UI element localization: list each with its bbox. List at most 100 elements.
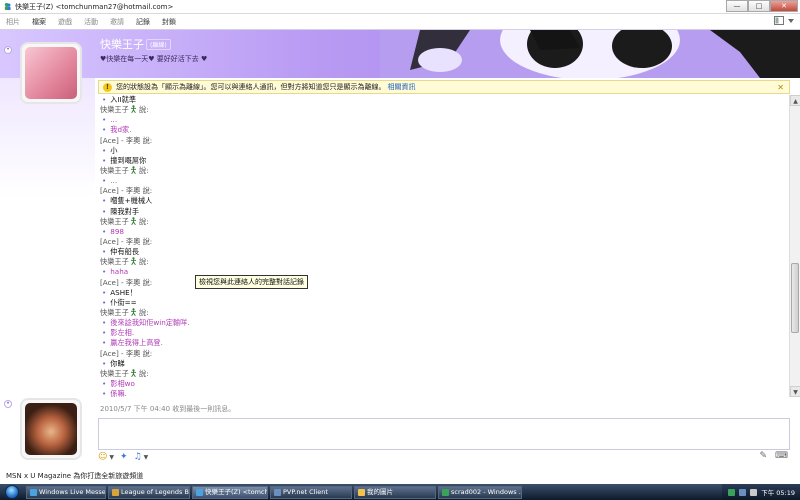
message-input[interactable] bbox=[98, 418, 790, 450]
conversation-scrollbar[interactable]: ▲ ▼ bbox=[789, 95, 800, 397]
scroll-down-icon[interactable]: ▼ bbox=[790, 386, 800, 397]
menu-file[interactable]: 檔案 bbox=[26, 14, 52, 30]
sender-suffix: 說: bbox=[136, 216, 149, 226]
collapse-toggle[interactable]: • bbox=[4, 400, 12, 408]
bullet-icon: • bbox=[102, 338, 107, 348]
bullet-icon: • bbox=[102, 358, 107, 368]
start-button[interactable] bbox=[0, 484, 24, 500]
taskbar-item[interactable]: Windows Live Messe... bbox=[26, 485, 106, 499]
message-text: 贏左我得上高登. bbox=[110, 338, 163, 348]
message-text: 陳我對手 bbox=[110, 206, 140, 216]
layout-icon[interactable] bbox=[774, 16, 784, 25]
menu-bar: 相片 檔案 遊戲 活動 邀請 記錄 封鎖 bbox=[0, 14, 800, 30]
contact-avatar[interactable] bbox=[20, 42, 82, 104]
stick-figure-emoticon-icon bbox=[130, 105, 136, 114]
tray-network-icon[interactable] bbox=[739, 488, 747, 496]
tray-volume-icon[interactable] bbox=[750, 488, 758, 496]
message-sender: 快樂王子 說: bbox=[98, 369, 788, 379]
status-infobar: ! 您的狀態設為「顯示為離線」。您可以與連絡人通訊，但對方將知道您只是顯示為離線… bbox=[98, 80, 790, 94]
infobar-link[interactable]: 相關資訊 bbox=[388, 82, 416, 92]
expand-toggle[interactable]: • bbox=[4, 46, 12, 54]
menu-history[interactable]: 記錄 bbox=[130, 14, 156, 30]
message-sender: [Ace] - 李奧 說: bbox=[98, 349, 788, 359]
stick-figure-emoticon-icon bbox=[130, 257, 136, 266]
ad-banner-text[interactable]: MSN x U Magazine 為你打造全新旅遊頻道 bbox=[6, 471, 143, 481]
bullet-icon: • bbox=[102, 247, 107, 257]
message-sender: 快樂王子 說: bbox=[98, 166, 788, 176]
bullet-icon: • bbox=[102, 176, 107, 186]
chevron-down-icon[interactable]: ▼ bbox=[144, 454, 149, 461]
menu-invite[interactable]: 邀請 bbox=[104, 14, 130, 30]
message-sender: [Ace] - 李奧 說: bbox=[98, 136, 788, 146]
chevron-down-icon[interactable]: ▼ bbox=[109, 454, 114, 461]
sender-name: [Ace] - 李奧 bbox=[100, 135, 141, 145]
keyboard-icon[interactable]: ⌨ bbox=[775, 451, 788, 461]
chevron-down-icon[interactable] bbox=[788, 18, 794, 24]
close-icon[interactable]: ✕ bbox=[777, 83, 784, 92]
sender-suffix: 說: bbox=[136, 105, 149, 115]
message-text: 小 bbox=[110, 145, 118, 155]
taskbar-item-label: scrad002 - Windows ... bbox=[451, 487, 522, 496]
tray-messenger-icon[interactable] bbox=[728, 488, 736, 496]
winks-icon[interactable]: ✦ bbox=[120, 452, 128, 462]
nudge-icon[interactable]: ♫ bbox=[134, 452, 142, 462]
message-text: 嗰隻+機械人 bbox=[110, 196, 153, 206]
message-text: haha bbox=[110, 267, 129, 277]
menu-block[interactable]: 封鎖 bbox=[156, 14, 182, 30]
scroll-up-icon[interactable]: ▲ bbox=[790, 95, 800, 106]
sender-name: 快樂王子 bbox=[100, 368, 129, 378]
taskbar-item-label: Windows Live Messe... bbox=[39, 487, 106, 496]
menu-games[interactable]: 遊戲 bbox=[52, 14, 78, 30]
message-text: 撞到嘅屌你 bbox=[110, 155, 147, 165]
conversation-pane[interactable]: • 入II就準 快樂王子 說: •... • 我d家. [Ace] - 李奧 說: • 小 • 撞到… bbox=[98, 95, 788, 397]
message-line: • 898 bbox=[98, 227, 788, 237]
bullet-icon: • bbox=[102, 389, 107, 397]
sender-name: [Ace] - 李奧 bbox=[100, 348, 141, 358]
my-avatar[interactable] bbox=[20, 398, 82, 460]
maximize-button[interactable]: □ bbox=[748, 0, 770, 12]
last-message-notice: 2010/5/7 下午 04:40 收到最後一則訊息。 bbox=[100, 405, 236, 413]
infobar-text: 您的狀態設為「顯示為離線」。您可以與連絡人通訊，但對方將知道您只是顯示為離線。 bbox=[116, 83, 386, 91]
title-bar: 快樂王子(Z) <tomchunman27@hotmail.com> — □ ✕ bbox=[0, 0, 800, 14]
sender-suffix: 說: bbox=[136, 307, 149, 317]
taskbar-item[interactable]: League of Legends B... bbox=[108, 485, 190, 499]
message-text: 仲有船長 bbox=[110, 247, 140, 257]
minimize-button[interactable]: — bbox=[726, 0, 748, 12]
scroll-thumb[interactable] bbox=[791, 263, 799, 333]
message-sender: 快樂王子 說: bbox=[98, 308, 788, 318]
close-button[interactable]: ✕ bbox=[770, 0, 798, 12]
sender-name: 快樂王子 bbox=[100, 216, 129, 226]
menu-activities[interactable]: 活動 bbox=[78, 14, 104, 30]
clock[interactable]: 下午 05:19 bbox=[761, 487, 795, 497]
personal-message: ♥快樂在每一天♥ 要好好活下去 ♥ bbox=[100, 55, 208, 63]
sender-suffix: 說: bbox=[140, 277, 153, 287]
stick-figure-emoticon-icon bbox=[130, 166, 136, 174]
taskbar-item[interactable]: 我的圖片 bbox=[354, 485, 436, 499]
taskbar-item[interactable]: 快樂王子(Z) <tomch... bbox=[192, 485, 268, 499]
taskbar-app-icon bbox=[112, 488, 119, 496]
menu-photos[interactable]: 相片 bbox=[0, 14, 26, 30]
emoticon-icon[interactable]: ☺ bbox=[98, 452, 107, 462]
sender-name: 快樂王子 bbox=[100, 257, 129, 267]
message-line: • 小 bbox=[98, 146, 788, 156]
message-line: • 嗰隻+機械人 bbox=[98, 196, 788, 206]
bullet-icon: • bbox=[102, 226, 107, 236]
window-title: 快樂王子(Z) <tomchunman27@hotmail.com> bbox=[15, 2, 174, 11]
stick-figure-emoticon-icon bbox=[130, 216, 136, 225]
sender-name: 快樂王子 bbox=[100, 105, 129, 115]
contact-status-badge: (離線) bbox=[146, 39, 171, 50]
handwrite-icon[interactable]: ✎ bbox=[759, 451, 767, 461]
sender-suffix: 說: bbox=[136, 257, 149, 267]
system-tray: 下午 05:19 bbox=[722, 484, 800, 500]
bullet-icon: • bbox=[102, 206, 107, 216]
bullet-icon: • bbox=[102, 287, 107, 297]
message-text: 係嘛. bbox=[110, 389, 127, 397]
taskbar-item-label: 快樂王子(Z) <tomch... bbox=[205, 487, 268, 496]
message-text: 後來諗我知佢win定輸咩. bbox=[110, 318, 190, 328]
message-text: ASHE！ bbox=[110, 287, 137, 297]
bullet-icon: • bbox=[102, 155, 107, 165]
taskbar-item[interactable]: scrad002 - Windows ... bbox=[438, 485, 522, 499]
taskbar-item-label: PVP.net Client bbox=[283, 487, 328, 496]
stick-figure-emoticon-icon bbox=[130, 368, 136, 377]
taskbar-item[interactable]: PVP.net Client bbox=[270, 485, 352, 499]
